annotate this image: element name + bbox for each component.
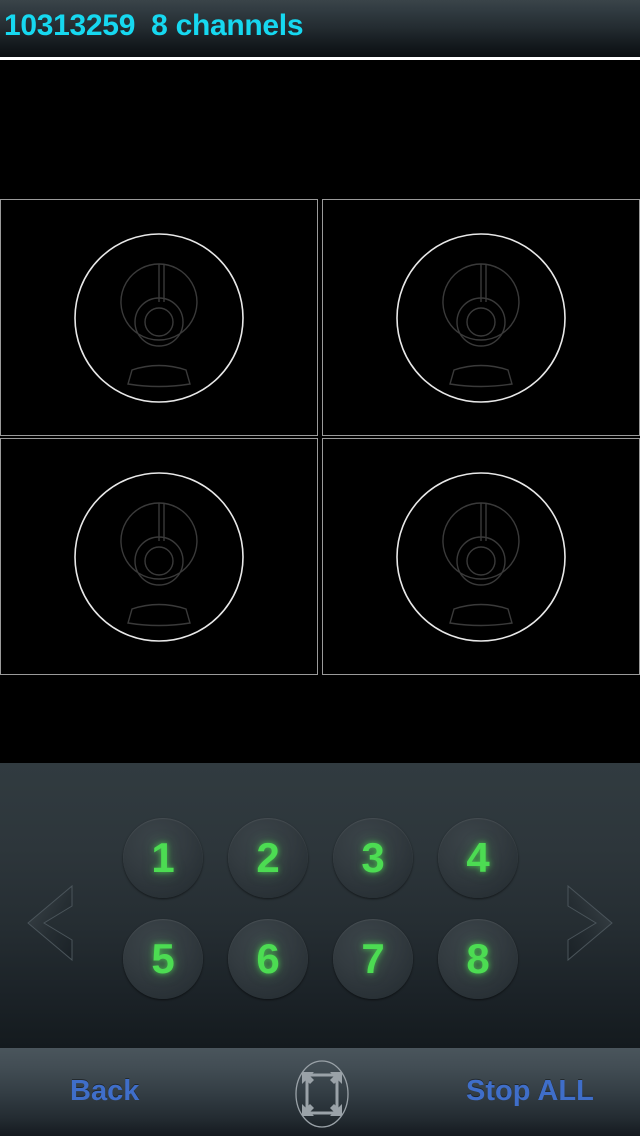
channel-button-1[interactable]: 1 [123,818,203,898]
channel-button-7[interactable]: 7 [333,919,413,999]
webcam-icon [396,471,566,642]
channel-button-6[interactable]: 6 [228,919,308,999]
channel-button-label: 5 [151,935,175,982]
header-bar: 10313259 8 channels [0,0,640,60]
video-cell-3[interactable] [0,438,318,675]
back-button[interactable]: Back [70,1075,139,1108]
chevron-left-icon [27,884,73,962]
channel-button-pad: 1 2 3 4 5 6 7 8 [123,818,523,1016]
video-area [0,63,640,763]
video-grid [0,199,640,675]
page-title: 10313259 8 channels [4,9,304,42]
webcam-icon [74,471,244,642]
channel-button-label: 1 [151,834,175,881]
fullscreen-expand-icon [295,1060,349,1128]
next-page-button[interactable] [556,884,618,962]
prev-page-button[interactable] [22,884,84,962]
stop-all-button[interactable]: Stop ALL [466,1075,594,1108]
fullscreen-button[interactable] [288,1058,356,1130]
channel-button-8[interactable]: 8 [438,919,518,999]
video-cell-1[interactable] [0,199,318,436]
webcam-icon [74,232,244,403]
channel-button-4[interactable]: 4 [438,818,518,898]
app-root: 10313259 8 channels 1 2 3 4 5 6 7 8 Back… [0,0,640,1136]
channel-button-label: 3 [361,834,385,881]
channel-button-2[interactable]: 2 [228,818,308,898]
channel-button-label: 7 [361,935,385,982]
channel-button-label: 2 [256,834,280,881]
video-cell-2[interactable] [322,199,640,436]
channel-button-label: 6 [256,935,280,982]
channel-button-label: 4 [466,834,490,881]
webcam-icon [396,232,566,403]
channel-button-5[interactable]: 5 [123,919,203,999]
chevron-right-icon [567,884,613,962]
video-cell-4[interactable] [322,438,640,675]
channel-button-3[interactable]: 3 [333,818,413,898]
channel-button-label: 8 [466,935,490,982]
